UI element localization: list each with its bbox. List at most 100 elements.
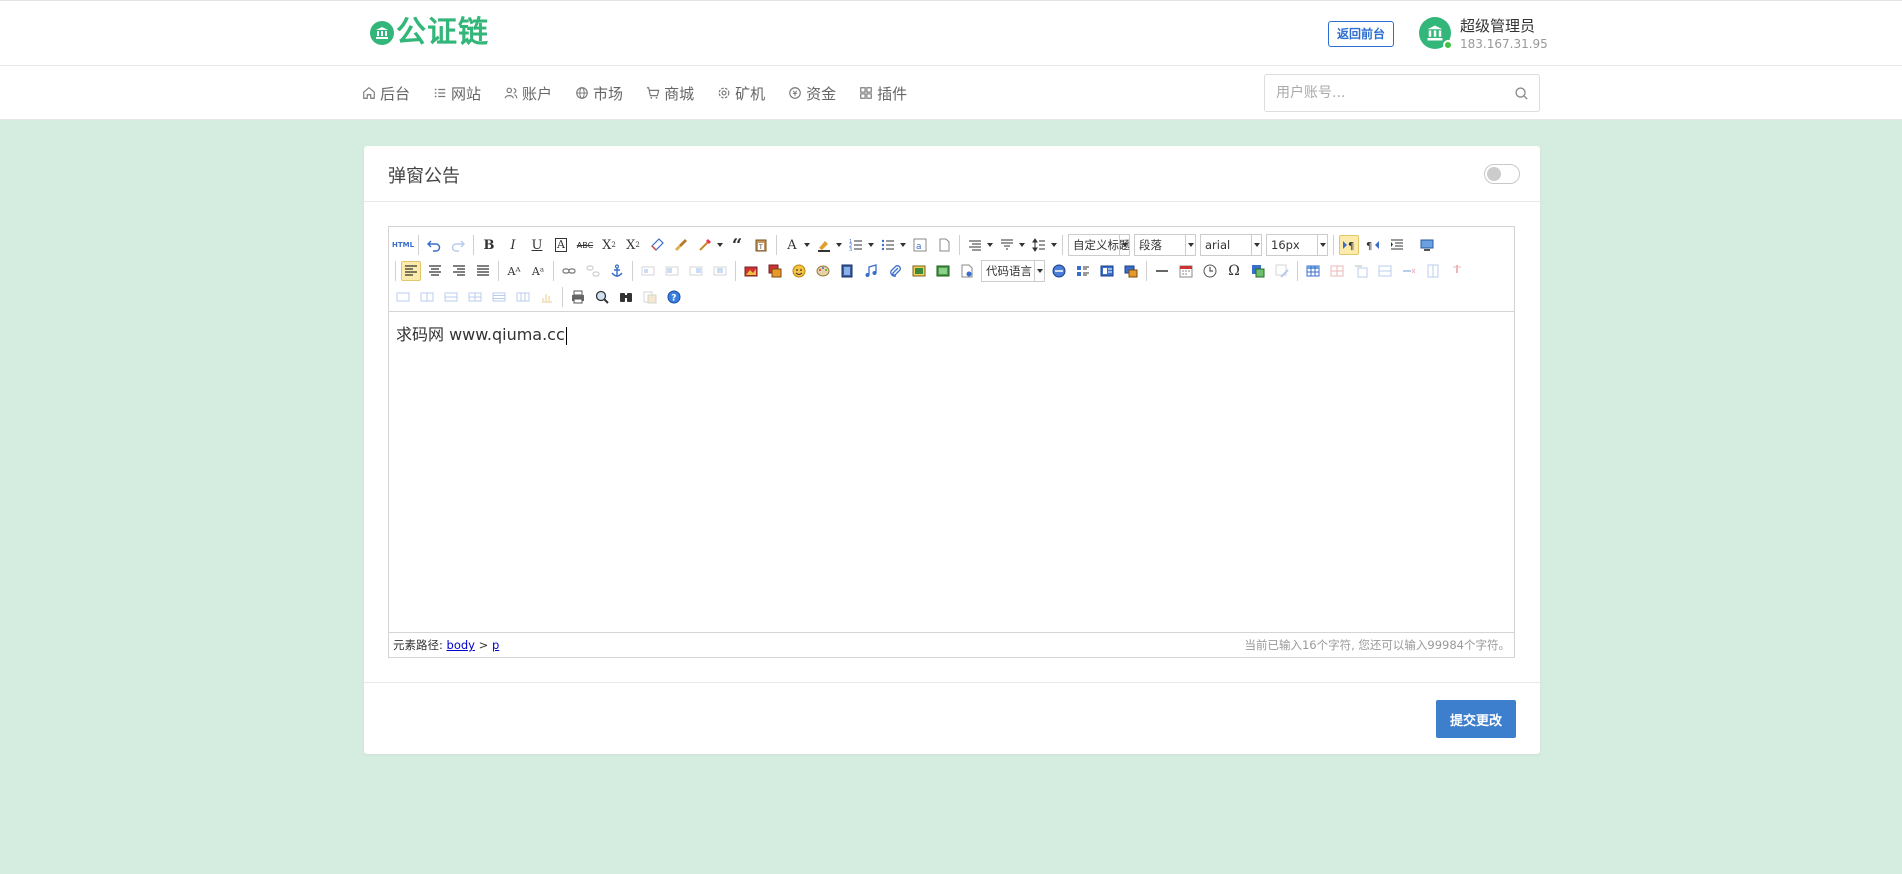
format-painter-icon[interactable] xyxy=(671,235,691,255)
custom-heading-select[interactable]: 自定义标题 xyxy=(1068,234,1130,256)
ordered-list-dropdown[interactable]: 123 xyxy=(846,235,874,255)
nav-item-miner[interactable]: 矿机 xyxy=(717,83,765,104)
split-to-cells-icon[interactable] xyxy=(465,287,485,307)
align-justify-icon[interactable] xyxy=(473,261,493,281)
split-to-cols-icon[interactable] xyxy=(513,287,533,307)
unlink-icon[interactable] xyxy=(583,261,603,281)
drafts-icon[interactable] xyxy=(640,287,660,307)
logo[interactable]: 公证链 xyxy=(370,15,489,51)
insert-col-icon[interactable] xyxy=(1423,261,1443,281)
preview-icon[interactable] xyxy=(1417,235,1437,255)
merge-right-icon[interactable] xyxy=(417,287,437,307)
scrawl-icon[interactable] xyxy=(813,261,833,281)
insert-video-icon[interactable] xyxy=(837,261,857,281)
unordered-list-dropdown[interactable] xyxy=(878,235,906,255)
superscript-icon[interactable]: X2 xyxy=(599,235,619,255)
page-break-icon[interactable] xyxy=(1049,261,1069,281)
back-to-frontend-button[interactable]: 返回前台 xyxy=(1328,21,1395,47)
line-height-dropdown[interactable] xyxy=(1029,235,1057,255)
merge-cells-icon[interactable] xyxy=(393,287,413,307)
split-to-rows-icon[interactable] xyxy=(489,287,509,307)
nav-item-funds[interactable]: 资金 xyxy=(788,83,836,104)
lowercase-icon[interactable]: Aᵃ xyxy=(528,261,548,281)
image-right-icon[interactable] xyxy=(686,261,706,281)
undo-icon[interactable] xyxy=(424,235,444,255)
time-icon[interactable] xyxy=(1200,261,1220,281)
paragraph-select[interactable]: 段落 xyxy=(1134,234,1196,256)
select-all-icon[interactable]: a xyxy=(910,235,930,255)
ltr-direction-icon[interactable]: ¶ xyxy=(1339,235,1359,255)
popup-enable-toggle[interactable] xyxy=(1484,164,1520,184)
font-family-select[interactable]: arial xyxy=(1200,234,1262,256)
row-spacing-bottom-dropdown[interactable] xyxy=(997,235,1025,255)
search-replace-icon[interactable] xyxy=(616,287,636,307)
uppercase-icon[interactable]: Aᴬ xyxy=(504,261,524,281)
music-icon[interactable] xyxy=(861,261,881,281)
insert-row-icon[interactable] xyxy=(1375,261,1395,281)
insert-frame-icon[interactable] xyxy=(957,261,977,281)
nav-item-market[interactable]: 市场 xyxy=(575,83,623,104)
delete-col-icon[interactable] xyxy=(1447,261,1467,281)
nav-item-plugins[interactable]: 插件 xyxy=(859,83,907,104)
search-icon[interactable] xyxy=(1514,86,1529,101)
map-icon[interactable] xyxy=(909,261,929,281)
attachment-icon[interactable] xyxy=(885,261,905,281)
code-language-select[interactable]: 代码语言 xyxy=(981,260,1045,282)
gmap-icon[interactable] xyxy=(933,261,953,281)
user-search-input[interactable] xyxy=(1265,75,1495,111)
nav-item-dashboard[interactable]: 后台 xyxy=(362,83,410,104)
insert-image-icon[interactable] xyxy=(741,261,761,281)
snapscreen-icon[interactable] xyxy=(1121,261,1141,281)
remove-format-icon[interactable] xyxy=(647,235,667,255)
editor-content-area[interactable]: 求码网 www.qiuma.cc xyxy=(389,313,1514,633)
wordimage-icon[interactable] xyxy=(1248,261,1268,281)
indent-icon[interactable] xyxy=(1387,235,1407,255)
image-center-icon[interactable] xyxy=(710,261,730,281)
background-color-dropdown[interactable] xyxy=(814,235,842,255)
submit-changes-button[interactable]: 提交更改 xyxy=(1436,700,1516,738)
subscript-icon[interactable]: X2 xyxy=(623,235,643,255)
font-size-select[interactable]: 16px xyxy=(1266,234,1328,256)
align-left-icon[interactable] xyxy=(401,261,421,281)
special-char-icon[interactable]: Ω xyxy=(1224,261,1244,281)
link-icon[interactable] xyxy=(559,261,579,281)
image-left-icon[interactable] xyxy=(662,261,682,281)
html-source-icon[interactable]: HTML xyxy=(392,235,414,255)
underline-icon[interactable]: U xyxy=(527,235,547,255)
merge-down-icon[interactable] xyxy=(441,287,461,307)
element-path-body-link[interactable]: body xyxy=(447,638,475,652)
align-center-icon[interactable] xyxy=(425,261,445,281)
clear-document-icon[interactable] xyxy=(934,235,954,255)
help-icon[interactable]: ? xyxy=(664,287,684,307)
delete-row-icon[interactable] xyxy=(1399,261,1419,281)
print-icon[interactable] xyxy=(568,287,588,307)
element-path-p-link[interactable]: p xyxy=(492,638,499,652)
row-spacing-top-dropdown[interactable] xyxy=(965,235,993,255)
preview-zoom-icon[interactable] xyxy=(592,287,612,307)
delete-table-icon[interactable] xyxy=(1327,261,1347,281)
edittip-icon[interactable] xyxy=(1272,261,1292,281)
strikethrough-icon[interactable]: ABC xyxy=(575,235,595,255)
nav-item-website[interactable]: 网站 xyxy=(433,83,481,104)
auto-typeset-dropdown[interactable] xyxy=(695,235,723,255)
nav-item-mall[interactable]: 商城 xyxy=(646,83,694,104)
font-border-icon[interactable]: A xyxy=(551,235,571,255)
background-icon[interactable] xyxy=(1097,261,1117,281)
blockquote-icon[interactable]: “ xyxy=(727,235,747,256)
multi-image-icon[interactable] xyxy=(765,261,785,281)
align-right-icon[interactable] xyxy=(449,261,469,281)
template-icon[interactable] xyxy=(1073,261,1093,281)
date-icon[interactable] xyxy=(1176,261,1196,281)
nav-item-accounts[interactable]: 账户 xyxy=(504,83,552,104)
anchor-icon[interactable] xyxy=(607,261,627,281)
paste-plain-icon[interactable]: T xyxy=(751,235,771,255)
emotion-icon[interactable] xyxy=(789,261,809,281)
charts-icon[interactable] xyxy=(537,287,557,307)
rtl-direction-icon[interactable]: ¶ xyxy=(1363,235,1383,255)
avatar[interactable] xyxy=(1419,17,1453,50)
horizontal-rule-icon[interactable] xyxy=(1152,261,1172,281)
bold-icon[interactable]: B xyxy=(479,235,499,255)
font-color-dropdown[interactable]: A xyxy=(782,235,810,255)
image-none-icon[interactable] xyxy=(638,261,658,281)
redo-icon[interactable] xyxy=(448,235,468,255)
